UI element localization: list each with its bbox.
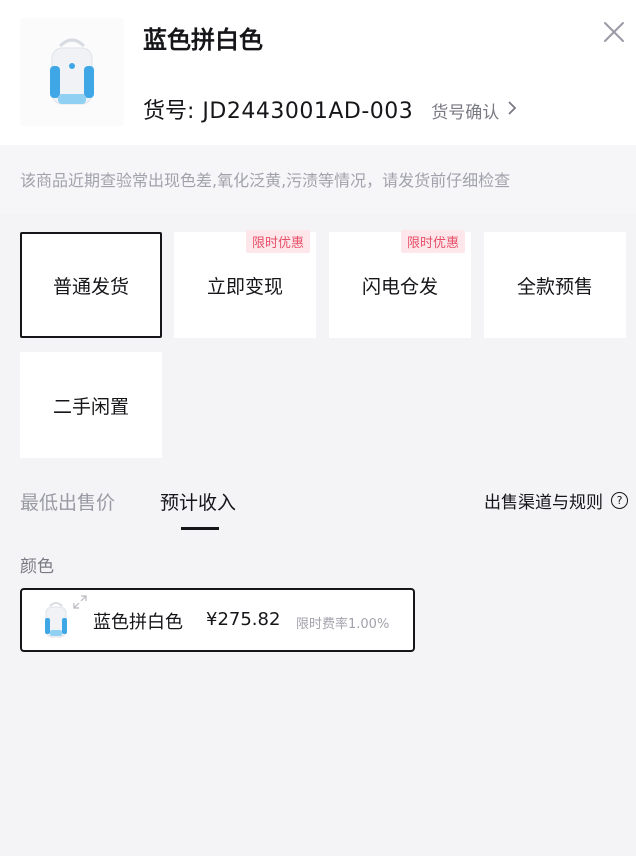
option-label: 闪电仓发 xyxy=(361,275,438,298)
option-flash-warehouse[interactable]: 限时优惠 闪电仓发 xyxy=(329,230,471,338)
option-label: 普通发货 xyxy=(52,275,129,298)
product-header: 蓝色拼白色 货号: JD2443001AD-003 货号确认 xyxy=(0,0,636,145)
option-full-presale[interactable]: 全款预售 xyxy=(484,232,626,338)
price-tabs: 最低出售价 预计收入 出售渠道与规则 ? xyxy=(0,488,636,530)
estimated-price: ¥275.82 xyxy=(206,609,281,630)
active-tab-indicator xyxy=(181,527,219,530)
color-option-card[interactable]: 蓝色拼白色 ¥275.82 限时费率1.00% xyxy=(20,588,415,652)
backpack-image xyxy=(50,38,94,105)
tab-lowest-price[interactable]: 最低出售价 xyxy=(20,488,115,515)
option-label: 全款预售 xyxy=(516,275,593,298)
color-section-label: 颜色 xyxy=(20,557,54,577)
product-title: 蓝色拼白色 xyxy=(143,26,263,54)
option-label: 立即变现 xyxy=(206,275,283,298)
option-normal-shipping[interactable]: 普通发货 xyxy=(20,232,162,338)
question-circle-icon: ? xyxy=(611,492,628,509)
sku-label: 货号: xyxy=(143,99,195,124)
close-icon[interactable] xyxy=(600,18,628,46)
sales-rules-link[interactable]: 出售渠道与规则 ? xyxy=(484,488,628,513)
expand-icon[interactable] xyxy=(72,594,88,610)
option-label: 二手闲置 xyxy=(52,395,129,418)
option-instant-cash[interactable]: 限时优惠 立即变现 xyxy=(174,230,316,338)
sku-row: 货号: JD2443001AD-003 货号确认 xyxy=(143,93,517,125)
option-second-hand[interactable]: 二手闲置 xyxy=(20,352,162,458)
product-thumbnail xyxy=(20,18,124,126)
sku-confirm-link[interactable]: 货号确认 xyxy=(431,98,517,123)
color-name: 蓝色拼白色 xyxy=(93,612,183,633)
sku-value: JD2443001AD-003 xyxy=(202,99,414,124)
rules-label: 出售渠道与规则 xyxy=(484,493,603,513)
notice-banner: 该商品近期查验常出现色差,氧化泛黄,污渍等情况，请发货前仔细检查 xyxy=(0,145,636,213)
promo-badge: 限时优惠 xyxy=(400,230,465,253)
promo-badge: 限时优惠 xyxy=(245,230,310,253)
tab-estimated-income[interactable]: 预计收入 xyxy=(160,488,236,515)
fee-rate: 限时费率1.00% xyxy=(296,617,390,632)
sku-confirm-label: 货号确认 xyxy=(431,103,500,123)
chevron-right-icon xyxy=(507,100,517,121)
inspection-notice: 该商品近期查验常出现色差,氧化泛黄,污渍等情况，请发货前仔细检查 xyxy=(20,171,511,190)
